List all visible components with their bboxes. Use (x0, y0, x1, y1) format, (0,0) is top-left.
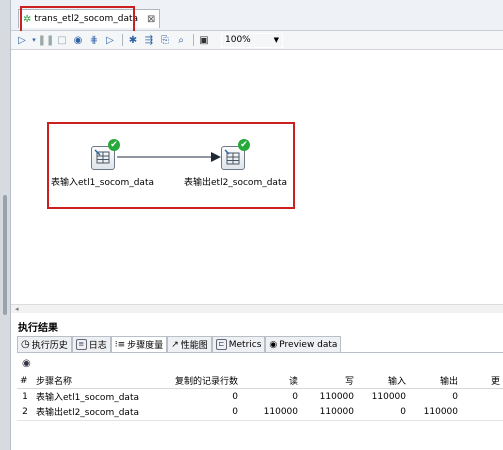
column-header[interactable]: 写 (301, 373, 357, 389)
row-number: 2 (22, 406, 28, 417)
column-header[interactable]: 输出 (409, 373, 461, 389)
step-name-cell: 表输入etl1_socom_data (36, 393, 139, 403)
tab-label: Preview data (279, 339, 338, 350)
row-number: 1 (22, 391, 28, 402)
verify-icon[interactable]: ✱ (126, 33, 140, 47)
preview-icon[interactable]: ◉ (71, 33, 85, 47)
tab-preview-data[interactable]: ◉ Preview data (265, 336, 342, 352)
scroll-left-icon[interactable]: ◂ (15, 305, 19, 313)
left-gutter (0, 0, 11, 450)
chevron-down-icon[interactable]: ▾ (31, 33, 37, 47)
stop-icon[interactable]: □ (55, 33, 69, 47)
success-check-icon: ✔ (238, 139, 250, 151)
tab-divider (17, 352, 503, 353)
results-tab-bar: ◷ 执行历史 ≡ 日志 ⁝≡ 步骤度量 ↗ 性能图 ⊏ Metrics ◉ Preview … (17, 336, 342, 352)
table-row[interactable]: 1 表输入etl1_socom_data 0 0 110000 110000 0 (17, 389, 503, 405)
pause-icon[interactable]: ❚❚ (38, 33, 55, 47)
copied-rows-cell: 0 (232, 406, 238, 417)
written-cell: 110000 (319, 406, 354, 417)
column-header[interactable]: 输入 (357, 373, 409, 389)
table-header-row: # 步骤名称 复制的记录行数 读 写 输入 输出 更 (17, 373, 503, 389)
tab-log[interactable]: ≡ 日志 (71, 336, 111, 352)
output-cell: 110000 (423, 406, 458, 417)
close-icon[interactable]: ⊠ (147, 14, 155, 25)
log-icon: ≡ (75, 339, 87, 350)
read-cell: 110000 (263, 406, 298, 417)
tab-performance[interactable]: ↗ 性能图 (167, 336, 212, 352)
toolbar-separator (193, 34, 194, 46)
input-step-label: 表输入etl1_socom_data (51, 178, 154, 188)
metrics-icon: ⊏ (215, 339, 227, 350)
input-cell: 110000 (371, 391, 406, 402)
step-name-cell: 表输出etl2_socom_data (36, 408, 139, 418)
tab-label: 步骤度量 (127, 341, 164, 351)
replay-icon[interactable]: ▷ (103, 33, 117, 47)
written-cell: 110000 (319, 391, 354, 402)
table-cell (461, 404, 503, 419)
tab-label: 日志 (88, 341, 107, 351)
table-row[interactable]: 2 表输出etl2_socom_data 0 110000 110000 0 1… (17, 404, 503, 419)
column-header[interactable]: 读 (241, 373, 301, 389)
canvas-highlight-box (47, 122, 295, 209)
canvas-horizontal-scrollbar[interactable]: ◂ (11, 304, 503, 313)
read-cell: 0 (292, 391, 298, 402)
explore-db-icon[interactable]: ⌕ (174, 33, 188, 47)
tab-label: Metrics (228, 339, 262, 350)
canvas-toolbar: ▷ ▾ ❚❚ □ ◉ ⋕ ▷ ✱ ⇶ ⎘ ⌕ ▣ 100% ▼ (11, 31, 503, 50)
tab-step-metrics[interactable]: ⁝≡ 步骤度量 (110, 336, 168, 352)
tab-label: 性能图 (180, 341, 208, 351)
column-header[interactable]: 更 (461, 373, 503, 389)
impact-icon[interactable]: ⇶ (142, 33, 156, 47)
metrics-list-icon: ⁝≡ (114, 339, 126, 350)
input-cell: 0 (400, 406, 406, 417)
tab-metrics[interactable]: ⊏ Metrics (211, 336, 266, 352)
gutter-scroll-thumb[interactable] (3, 195, 7, 315)
hop-arrow[interactable] (117, 150, 221, 164)
results-panel-title: 执行结果 (18, 323, 58, 334)
show-results-icon[interactable]: ▣ (197, 33, 211, 47)
eye-icon[interactable]: ◉ (22, 358, 31, 369)
zoom-select[interactable]: 100% ▼ (221, 32, 283, 48)
debug-icon[interactable]: ⋕ (87, 33, 101, 47)
copied-rows-cell: 0 (232, 391, 238, 402)
column-header[interactable]: 步骤名称 (33, 373, 151, 389)
run-icon[interactable]: ▷ (15, 33, 29, 47)
column-header[interactable]: # (17, 373, 33, 389)
history-icon: ◷ (21, 339, 30, 350)
table-cell (461, 389, 503, 405)
output-step-label: 表输出etl2_socom_data (184, 178, 287, 188)
eye-icon: ◉ (269, 339, 278, 350)
step-metrics-table: # 步骤名称 复制的记录行数 读 写 输入 输出 更 1 表输入etl1_soc… (17, 373, 503, 419)
output-cell: 0 (452, 391, 458, 402)
sql-icon[interactable]: ⎘ (158, 33, 172, 47)
toolbar-separator (122, 34, 123, 46)
tab-label: 执行历史 (31, 341, 68, 351)
column-header[interactable]: 复制的记录行数 (151, 373, 241, 389)
chart-icon: ↗ (171, 339, 179, 350)
chevron-down-icon: ▼ (273, 36, 279, 44)
tab-history[interactable]: ◷ 执行历史 (17, 336, 72, 352)
table-bottom-border (17, 420, 503, 421)
zoom-value: 100% (225, 35, 251, 45)
